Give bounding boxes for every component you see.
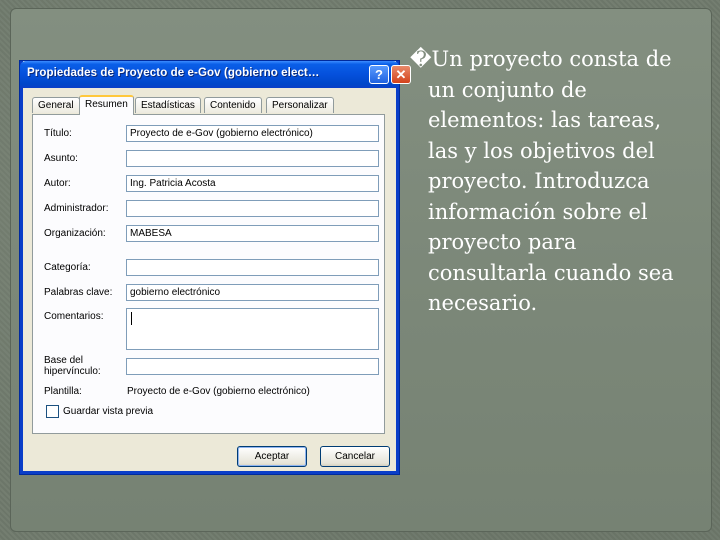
organizacion-label: Organización: <box>44 228 106 239</box>
guardar-vista-previa-label[interactable]: Guardar vista previa <box>63 406 153 417</box>
tab-contenido[interactable]: Contenido <box>204 97 262 113</box>
comentarios-field[interactable] <box>126 308 379 350</box>
bullet-line-8: consultarla cuando sea <box>428 260 674 285</box>
dialog-title: Propiedades de Proyecto de e-Gov (gobier… <box>27 67 320 79</box>
slide-bullet-text: �Un proyecto consta de un conjunto de el… <box>410 44 710 319</box>
bullet-line-1-text: Un proyecto consta de <box>431 47 672 71</box>
asunto-label: Asunto: <box>44 153 78 164</box>
plantilla-label: Plantilla: <box>44 386 82 397</box>
tab-general[interactable]: General <box>32 97 80 113</box>
comentarios-label: Comentarios: <box>44 311 104 322</box>
titulo-field[interactable]: Proyecto de e-Gov (gobierno electrónico) <box>126 125 379 142</box>
bullet-line-3: elementos: las tareas, <box>428 108 662 132</box>
organizacion-field[interactable]: MABESA <box>126 225 379 242</box>
asunto-field[interactable] <box>126 150 379 167</box>
base-hipervinculo-label-2: hipervínculo: <box>44 366 101 377</box>
palabras-clave-field[interactable]: gobierno electrónico <box>126 284 379 301</box>
bullet-line-1: �Un proyecto consta de <box>410 44 710 75</box>
categoria-field[interactable] <box>126 259 379 276</box>
bullet-line-6: información sobre el <box>428 199 648 224</box>
guardar-vista-previa-checkbox[interactable] <box>46 405 59 418</box>
administrador-label: Administrador: <box>44 203 109 214</box>
bullet-line-7: proyecto para <box>428 230 577 254</box>
bullet-line-9: necesario. <box>428 291 538 315</box>
administrador-field[interactable] <box>126 200 379 217</box>
tab-personalizar[interactable]: Personalizar <box>266 97 334 113</box>
tab-resumen[interactable]: Resumen <box>79 95 134 115</box>
text-caret <box>131 312 132 325</box>
bullet-line-2: un conjunto de <box>428 77 587 102</box>
plantilla-value: Proyecto de e-Gov (gobierno electrónico) <box>127 386 310 397</box>
help-button[interactable]: ? <box>369 65 389 84</box>
aceptar-button[interactable]: Aceptar <box>237 446 307 467</box>
bullet-line-5: proyecto. Introduzca <box>428 169 650 193</box>
cancelar-button[interactable]: Cancelar <box>320 446 390 467</box>
titulo-label: Título: <box>44 128 72 139</box>
bullet-symbol: � <box>410 47 432 71</box>
categoria-label: Categoría: <box>44 262 91 273</box>
base-hipervinculo-field[interactable] <box>126 358 379 375</box>
dialog-titlebar[interactable]: Propiedades de Proyecto de e-Gov (gobier… <box>20 61 411 88</box>
autor-field[interactable]: Ing. Patricia Acosta <box>126 175 379 192</box>
resumen-tab-page: Título: Proyecto de e-Gov (gobierno elec… <box>32 114 385 434</box>
autor-label: Autor: <box>44 178 71 189</box>
properties-dialog: Propiedades de Proyecto de e-Gov (gobier… <box>20 61 411 474</box>
close-button[interactable]: ✕ <box>391 65 411 84</box>
bullet-line-4: las y los objetivos del <box>428 138 655 163</box>
palabras-clave-label: Palabras clave: <box>44 287 113 298</box>
tab-estadisticas[interactable]: Estadísticas <box>135 97 201 113</box>
